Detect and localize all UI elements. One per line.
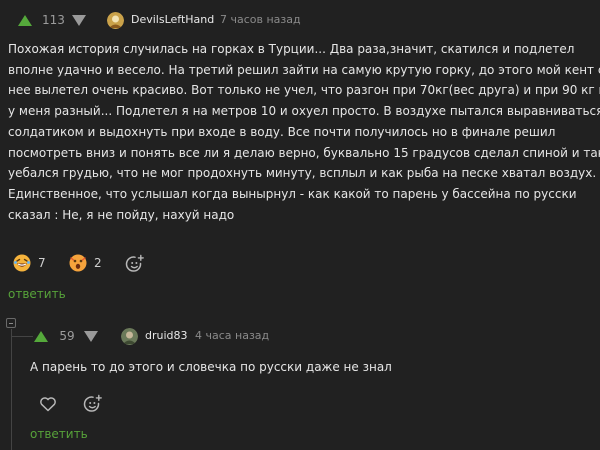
downvote-button[interactable] xyxy=(84,330,98,342)
reply-link[interactable]: ответить xyxy=(30,427,88,441)
username[interactable]: DevilsLeftHand xyxy=(131,13,214,26)
upvote-button[interactable] xyxy=(18,14,32,26)
comment-text-line: сказал : Не, я не пойду, нахуй надо xyxy=(8,207,235,222)
timestamp: 4 часа назад xyxy=(195,329,270,342)
username[interactable]: druid83 xyxy=(145,329,188,342)
avatar[interactable] xyxy=(121,328,138,345)
vote-bar: 59 xyxy=(34,328,98,344)
add-reaction-icon[interactable] xyxy=(82,393,104,415)
avatar[interactable] xyxy=(107,12,124,29)
comment-text-line: А парень то до этого и словечка по русск… xyxy=(30,360,392,374)
upvote-button[interactable] xyxy=(34,330,48,342)
comment-text-line: уебался грудью, что не мог продохнуть ми… xyxy=(8,166,597,181)
comment-text-line: солдатиком и выдохнуть при входе в воду.… xyxy=(8,124,556,139)
downvote-button[interactable] xyxy=(72,14,86,26)
comment-text-line: Единственное, что услышал когда вынырнул… xyxy=(8,186,577,201)
reaction-count: 7 xyxy=(38,256,46,270)
reply-link[interactable]: ответить xyxy=(8,287,66,301)
reaction-shocked[interactable]: 2 xyxy=(68,253,102,273)
reaction-laughing[interactable]: 7 xyxy=(12,253,46,273)
timestamp: 7 часов назад xyxy=(220,13,301,26)
comment-rating: 113 xyxy=(42,13,65,27)
thread-branch xyxy=(11,336,33,337)
collapse-thread-button[interactable] xyxy=(6,318,16,328)
comment-text-line: нее вылетел очень красиво. Вот только не… xyxy=(8,83,600,98)
comment-body: Похожая история случилась на горках в Ту… xyxy=(8,39,600,225)
comment-text-line: вполне удачно и весело. На третий решил … xyxy=(8,62,600,77)
heart-icon[interactable] xyxy=(38,394,58,414)
reaction-count: 2 xyxy=(94,256,102,270)
laughing-emoji-icon xyxy=(13,254,31,272)
comment-text-line: у меня разный... Подлетел я на метров 10… xyxy=(8,104,600,119)
thread-line xyxy=(11,329,12,450)
comment-text-line: Похожая история случилась на горках в Ту… xyxy=(8,42,575,56)
comment-rating: 59 xyxy=(59,329,75,343)
add-reaction-icon[interactable] xyxy=(124,253,146,275)
vote-bar: 113 xyxy=(18,12,86,28)
comment-text-line: посмотреть вниз и понять все ли я делаю … xyxy=(8,145,600,160)
shocked-emoji-icon xyxy=(69,254,87,272)
